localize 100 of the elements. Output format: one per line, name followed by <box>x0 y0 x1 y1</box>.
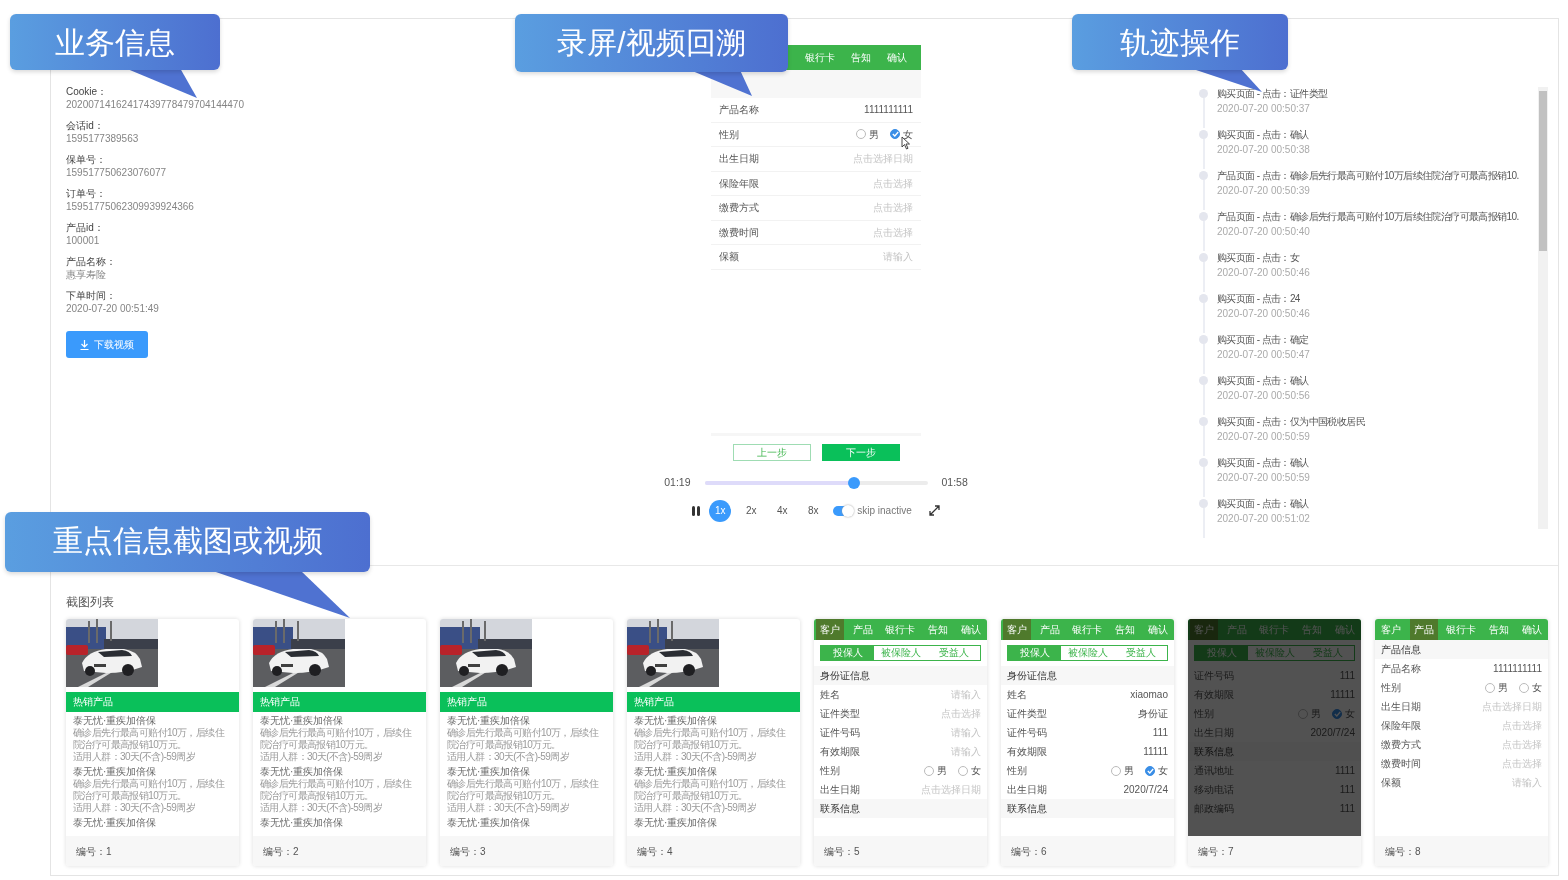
radio-label: 女 <box>1158 764 1168 778</box>
screen-tab[interactable]: 客户 <box>1377 619 1406 640</box>
screenshot-card[interactable]: 热销产品 泰无忧·重疾加倍保 确诊后先行最高可赔付10万，后续住院治疗可最高报销10万元。 适用人群：30天(不含)-59周岁 泰无忧·重疾加倍保 确诊后先行最高可赔付10万，后续住院治疗可最高报销10万元。 适用人群：30天(不含)-59周岁 泰无忧·重疾加倍保 编号：4 <box>627 619 800 866</box>
screen-tab[interactable]: 产品 <box>848 619 877 640</box>
screenshot-card[interactable]: 热销产品 泰无忧·重疾加倍保 确诊后先行最高可赔付10万，后续住院治疗可最高报销10万元。 适用人群：30天(不含)-59周岁 泰无忧·重疾加倍保 确诊后先行最高可赔付10万，后续住院治疗可最高报销10万元。 适用人群：30天(不含)-59周岁 泰无忧·重疾加倍保 编号：2 <box>253 619 426 866</box>
speed-button[interactable]: 8x <box>802 499 825 522</box>
skip-toggle[interactable] <box>833 505 854 516</box>
field-value: 身份证 <box>1138 707 1168 721</box>
product-audience: 适用人群：30天(不含)-59周岁 <box>73 751 197 763</box>
screen-tab[interactable]: 银行卡 <box>1068 619 1107 640</box>
screen-tab[interactable]: 产品 <box>1409 619 1438 640</box>
section-header: 身份证信息 <box>1001 666 1174 685</box>
toggle-label: skip inactive <box>857 504 912 519</box>
screen-tab[interactable]: 银行卡 <box>881 619 920 640</box>
sub-tab[interactable]: 投保人 <box>1008 646 1061 660</box>
radio-button[interactable] <box>856 129 866 140</box>
product-title: 泰无忧·重疾加倍保 <box>73 765 158 778</box>
event-time: 2020-07-20 00:50:59 <box>1217 430 1311 444</box>
sub-tab[interactable]: 受益人 <box>1114 646 1167 660</box>
event-text: 购买页面 - 点击：证件类型 <box>1217 87 1328 101</box>
pause-icon[interactable] <box>692 505 701 516</box>
section-banner: 热销产品 <box>627 692 800 712</box>
screenshot-card[interactable]: 热销产品 泰无忧·重疾加倍保 确诊后先行最高可赔付10万，后续住院治疗可最高报销10万元。 适用人群：30天(不含)-59周岁 泰无忧·重疾加倍保 确诊后先行最高可赔付10万，后续住院治疗可最高报销10万元。 适用人群：30天(不含)-59周岁 泰无忧·重疾加倍保 编号：3 <box>440 619 613 866</box>
radio-button[interactable] <box>890 129 900 140</box>
speed-button[interactable]: 2x <box>740 499 763 522</box>
field-label: Cookie： <box>66 85 109 98</box>
field-label: 下单时间： <box>66 289 117 302</box>
field-label: 出生日期 <box>719 152 759 167</box>
product-title: 泰无忧·重疾加倍保 <box>73 816 158 829</box>
sub-tab[interactable]: 被保险人 <box>874 646 927 660</box>
radio-button[interactable] <box>1145 765 1155 776</box>
event-text: 购买页面 - 点击：确认 <box>1217 456 1310 470</box>
screenshot-card[interactable]: 客户 产品 银行卡 告知 确认 投保人 被保险人 受益人 身份证信息 姓名 xiaomao 证件类型 身份证 证件号码 111 有效期限 11111 性别 男 女 出生日期 2020/7/24 联系信息 编号：6 <box>1001 619 1174 866</box>
section-header: 身份证信息 <box>814 666 987 685</box>
field-label: 保险年限 <box>719 176 759 191</box>
radio-label: 女 <box>1532 681 1542 695</box>
next-button[interactable]: 下一步 <box>821 444 900 461</box>
screen-tab[interactable]: 客户 <box>1003 619 1032 640</box>
radio-button[interactable] <box>1519 682 1529 693</box>
sub-tab[interactable]: 受益人 <box>927 646 980 660</box>
download-button[interactable]: 下载视频 <box>66 331 148 358</box>
screen-tab[interactable]: 银行卡 <box>1442 619 1481 640</box>
screen-tab[interactable]: 客户 <box>816 619 845 640</box>
field-label: 产品名称： <box>66 255 117 268</box>
product-description: 确诊后先行最高可赔付10万，后续住院治疗可最高报销10万元。 <box>634 727 787 751</box>
seek-thumb[interactable] <box>847 476 860 489</box>
screen-tab[interactable]: 产品 <box>1035 619 1064 640</box>
scrollbar[interactable] <box>1538 87 1548 529</box>
event-time: 2020-07-20 00:50:46 <box>1217 307 1310 321</box>
screen-tab[interactable]: 告知 <box>924 619 953 640</box>
field-label: 姓名 <box>820 688 840 702</box>
sub-tab[interactable]: 被保险人 <box>1061 646 1114 660</box>
field-label: 有效期限 <box>820 745 860 759</box>
event-text: 购买页面 - 点击：确认 <box>1217 374 1310 388</box>
download-icon <box>80 339 89 350</box>
current-time: 01:19 <box>664 475 691 490</box>
screen-tab[interactable]: 告知 <box>1111 619 1140 640</box>
total-time: 01:58 <box>941 475 968 490</box>
field-label: 出生日期 <box>1381 700 1421 714</box>
screen-tab[interactable]: 告知 <box>1485 619 1514 640</box>
field-label: 出生日期 <box>820 783 860 797</box>
screen-tab[interactable]: 确认 <box>1143 619 1172 640</box>
previous-button[interactable]: 上一步 <box>732 444 811 461</box>
event-time: 2020-07-20 00:51:02 <box>1217 512 1310 526</box>
field-label: 保额 <box>1381 776 1401 790</box>
screenshot-number: 编号：4 <box>627 836 800 866</box>
field-label: 产品名称 <box>719 103 759 118</box>
radio-button[interactable] <box>1111 765 1121 776</box>
section-header: 联系信息 <box>1001 799 1174 818</box>
callout-bubble: 录屏/视频回溯 <box>515 14 788 72</box>
field-value: 1111111111 <box>864 103 913 118</box>
sub-tab[interactable]: 投保人 <box>821 646 874 660</box>
radio-label: 男 <box>1124 764 1134 778</box>
product-title: 泰无忧·重疾加倍保 <box>260 714 345 727</box>
field-label: 出生日期 <box>1007 783 1047 797</box>
callout-bubble: 重点信息截图或视频 <box>5 512 370 572</box>
event-time: 2020-07-20 00:50:37 <box>1217 102 1311 116</box>
field-label: 产品名称 <box>1381 662 1421 676</box>
screen-tab[interactable]: 确认 <box>1517 619 1546 640</box>
event-text: 购买页面 - 点击：24 <box>1217 292 1301 306</box>
fullscreen-icon[interactable] <box>928 505 940 517</box>
speed-button[interactable]: 4x <box>771 499 794 522</box>
radio-button[interactable] <box>924 765 934 776</box>
product-description: 确诊后先行最高可赔付10万，后续住院治疗可最高报销10万元。 <box>260 778 413 802</box>
radio-button[interactable] <box>1332 708 1342 719</box>
screen-tab[interactable]: 确认 <box>883 45 911 70</box>
field-value: 11111 <box>1143 745 1168 759</box>
section-header: 产品信息 <box>1375 640 1548 659</box>
scrollbar-thumb[interactable] <box>1539 91 1547 251</box>
field-label: 有效期限 <box>1007 745 1047 759</box>
radio-button[interactable] <box>1485 682 1495 693</box>
radio-button[interactable] <box>958 765 968 776</box>
screen-tab[interactable]: 确认 <box>956 619 985 640</box>
speed-button[interactable]: 1x <box>709 499 732 522</box>
field-value: 2020/7/24 <box>1123 783 1168 797</box>
screenshot-card[interactable]: 热销产品 泰无忧·重疾加倍保 确诊后先行最高可赔付10万，后续住院治疗可最高报销10万元。 适用人群：30天(不含)-59周岁 泰无忧·重疾加倍保 确诊后先行最高可赔付10万，后续住院治疗可最高报销10万元。 适用人群：30天(不含)-59周岁 泰无忧·重疾加倍保 编号：1 <box>66 619 239 866</box>
screen-tab[interactable]: 告知 <box>847 45 875 70</box>
screenshot-number: 编号：8 <box>1375 836 1548 866</box>
event-time: 2020-07-20 00:50:47 <box>1217 348 1310 362</box>
screen-tab[interactable]: 银行卡 <box>801 45 839 70</box>
